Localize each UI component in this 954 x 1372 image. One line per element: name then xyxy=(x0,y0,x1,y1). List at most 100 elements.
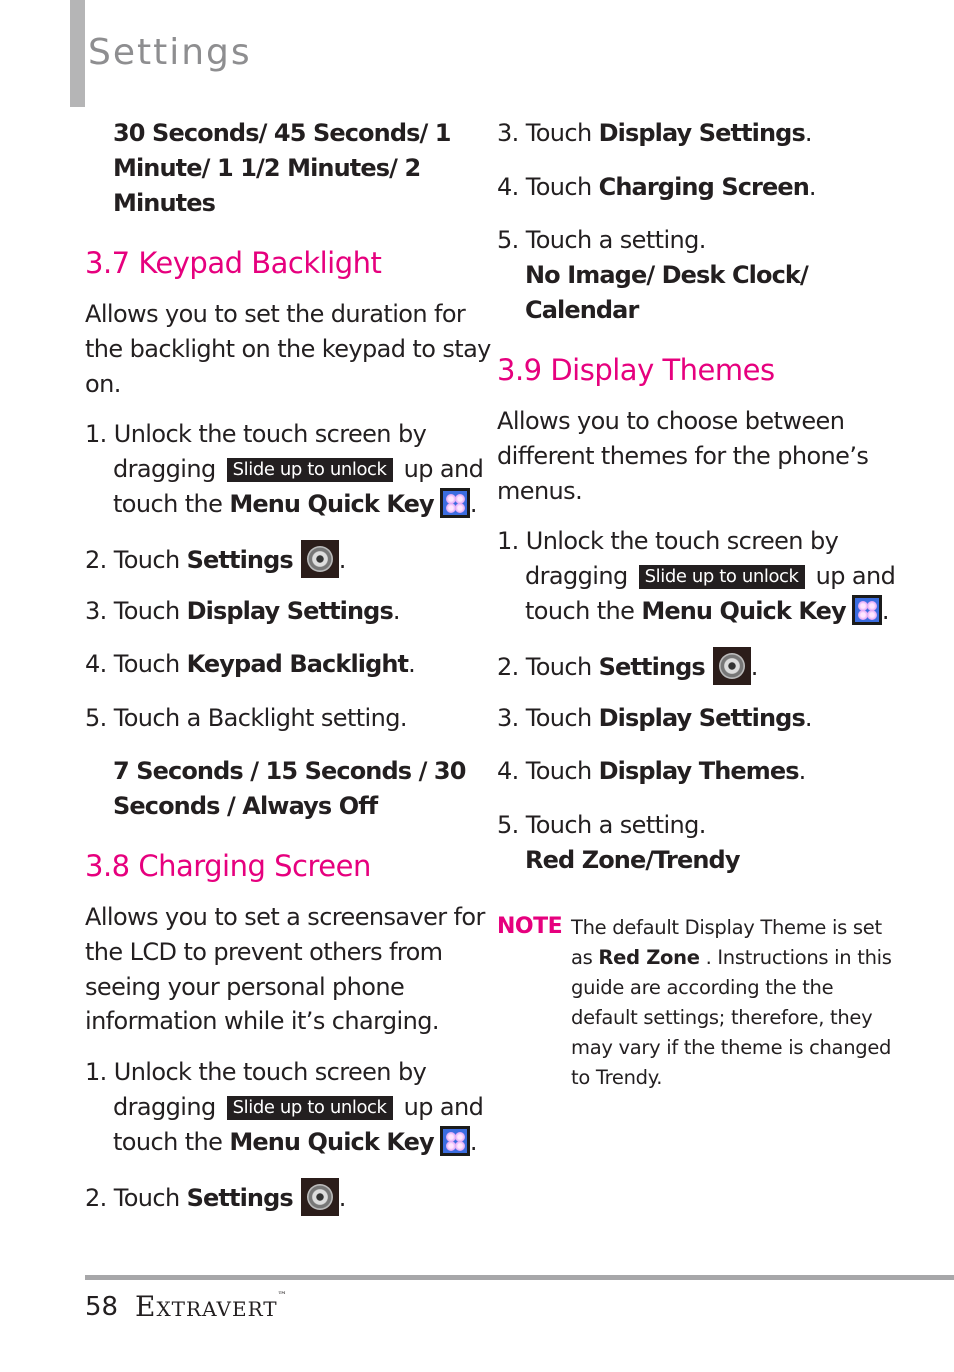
option-line: Minutes xyxy=(113,189,216,217)
step-text: dragging xyxy=(113,455,216,483)
option-line: Minute/ 1 1/2 Minutes/ 2 xyxy=(113,154,421,182)
note-line: guide are according the the xyxy=(571,976,834,999)
step-text: touch the xyxy=(113,1128,223,1156)
description-line: Allows you to set a screensaver for xyxy=(85,903,485,931)
step-text: Touch xyxy=(525,653,592,681)
punctuation: . xyxy=(469,1128,478,1156)
description-line: the backlight on the keypad to stay xyxy=(85,335,491,363)
punctuation: . xyxy=(804,119,813,147)
section-heading: 3.9 Display Themes xyxy=(497,353,775,387)
step-3: 3. Touch Display Settings. xyxy=(497,116,812,151)
settings-gear-icon xyxy=(300,540,339,578)
step-text: up and xyxy=(403,455,484,483)
page-title: Settings xyxy=(88,32,252,73)
option-line: 30 Seconds/ 45 Seconds/ 1 xyxy=(113,119,452,147)
menu-quick-key-label: Menu Quick Key xyxy=(641,597,846,625)
step-text: Touch a setting. xyxy=(525,811,707,839)
step-2: 2. Touch Settings. xyxy=(497,647,758,685)
step-number: 3. xyxy=(85,597,107,625)
option-line: 7 Seconds / 15 Seconds / 30 xyxy=(113,757,466,785)
settings-gear-icon xyxy=(712,647,751,685)
description-line: on. xyxy=(85,370,121,398)
step-number: 2. xyxy=(85,546,107,574)
step-5: 5. Touch a Backlight setting. xyxy=(85,701,408,736)
step-line: 1. Unlock the touch screen by xyxy=(497,524,839,559)
step-bold: Display Settings xyxy=(186,597,394,625)
settings-label: Settings xyxy=(186,1184,294,1212)
step-text: touch the xyxy=(113,490,223,518)
step-text: up and xyxy=(815,562,896,590)
step-line: touch the Menu Quick Key. xyxy=(113,1125,477,1160)
settings-label: Settings xyxy=(598,653,706,681)
section-heading: 3.8 Charging Screen xyxy=(85,849,371,883)
step-text: touch the xyxy=(525,597,635,625)
step-4: 4. Touch Keypad Backlight. xyxy=(85,647,416,682)
note-line: to Trendy. xyxy=(571,1066,663,1089)
description-line: different themes for the phone’s xyxy=(497,442,869,470)
note-line: default settings; therefore, they xyxy=(571,1006,873,1029)
note-line: as Red Zone . Instructions in this xyxy=(571,943,892,973)
step-text: Touch xyxy=(525,757,592,785)
step-line: 1. Unlock the touch screen by xyxy=(85,417,427,452)
step-line: 1. Unlock the touch screen by xyxy=(85,1055,427,1090)
description-line: Allows you to choose between xyxy=(497,407,845,435)
punctuation: . xyxy=(798,757,807,785)
slide-to-unlock-label: Slide up to unlock xyxy=(226,1096,393,1120)
menu-quick-key-label: Menu Quick Key xyxy=(229,1128,434,1156)
step-number: 4. xyxy=(497,757,519,785)
step-number: 2. xyxy=(85,1184,107,1212)
step-bold: Charging Screen xyxy=(598,173,810,201)
page-tab-bar xyxy=(70,0,85,107)
step-number: 3. xyxy=(497,119,519,147)
step-number: 1. xyxy=(497,527,519,555)
menu-quick-key-icon xyxy=(851,595,882,625)
step-line: touch the Menu Quick Key. xyxy=(525,594,889,629)
footer-divider xyxy=(85,1275,954,1280)
step-text: up and xyxy=(403,1093,484,1121)
step-number: 4. xyxy=(497,173,519,201)
description-line: menus. xyxy=(497,477,583,505)
step-5: 5. Touch a setting. xyxy=(497,223,706,258)
punctuation: . xyxy=(338,546,347,574)
step-text: Unlock the touch screen by xyxy=(113,420,427,448)
punctuation: . xyxy=(338,1184,347,1212)
option-line: Red Zone/Trendy xyxy=(525,846,740,874)
section-heading: 3.7 Keypad Backlight xyxy=(85,246,382,280)
step-text: Unlock the touch screen by xyxy=(113,1058,427,1086)
step-text: Touch xyxy=(525,704,592,732)
slide-to-unlock-label: Slide up to unlock xyxy=(638,565,805,589)
punctuation: . xyxy=(408,650,416,678)
step-3: 3. Touch Display Settings. xyxy=(497,701,812,736)
step-text: Touch a setting. xyxy=(525,226,707,254)
trademark-symbol: ™ xyxy=(277,1291,288,1301)
slide-to-unlock-label: Slide up to unlock xyxy=(226,458,393,482)
step-2: 2. Touch Settings. xyxy=(85,1178,346,1216)
step-bold: Display Settings xyxy=(598,119,806,147)
brand-logo: Extravert™ xyxy=(135,1290,288,1323)
punctuation: . xyxy=(881,597,890,625)
note-label: NOTE xyxy=(497,914,563,939)
step-number: 1. xyxy=(85,1058,107,1086)
description-line: Allows you to set the duration for xyxy=(85,300,466,328)
step-number: 5. xyxy=(85,704,107,732)
description-line: seeing your personal phone xyxy=(85,973,405,1001)
description-line: information while it’s charging. xyxy=(85,1007,439,1035)
brand-name: Extravert xyxy=(135,1290,278,1323)
note-text: as xyxy=(571,946,593,969)
step-text: Touch xyxy=(525,119,592,147)
step-bold: Display Settings xyxy=(598,704,806,732)
step-line: dragging Slide up to unlock up and xyxy=(525,559,896,594)
step-text: Touch xyxy=(113,650,180,678)
step-bold: Keypad Backlight xyxy=(186,650,409,678)
menu-quick-key-label: Menu Quick Key xyxy=(229,490,434,518)
step-text: dragging xyxy=(113,1093,216,1121)
punctuation: . xyxy=(804,704,813,732)
step-text: Touch xyxy=(525,173,592,201)
step-5: 5. Touch a setting. xyxy=(497,808,706,843)
step-number: 2. xyxy=(497,653,519,681)
step-4: 4. Touch Display Themes. xyxy=(497,754,806,789)
step-number: 4. xyxy=(85,650,107,678)
step-number: 5. xyxy=(497,226,519,254)
step-number: 1. xyxy=(85,420,107,448)
punctuation: . xyxy=(392,597,401,625)
